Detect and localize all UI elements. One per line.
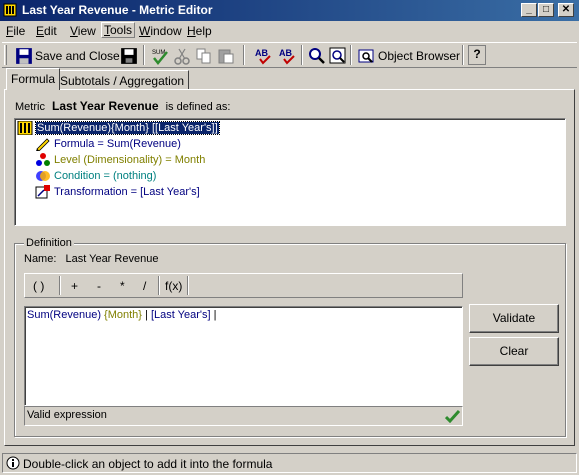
name-value: Last Year Revenue bbox=[65, 253, 159, 265]
expr-formula-token: Sum(Revenue) bbox=[27, 309, 105, 321]
tree-item-condition-label: Condition = (nothing) bbox=[54, 170, 157, 182]
expr-cursor: | bbox=[210, 309, 217, 321]
tree-item-formula[interactable]: Formula = Sum(Revenue) bbox=[35, 136, 181, 152]
svg-text:AB: AB bbox=[279, 48, 292, 58]
toolbar-separator bbox=[350, 45, 352, 65]
menu-window[interactable]: Window bbox=[139, 24, 182, 38]
formula-editor[interactable]: Sum(Revenue) {Month} | [Last Year's] | bbox=[24, 306, 463, 406]
save-and-close-button[interactable]: Save and Close bbox=[35, 49, 120, 63]
metric-name: Last Year Revenue bbox=[52, 99, 159, 113]
metric-prefix: Metric bbox=[15, 101, 45, 113]
name-label: Name: bbox=[24, 253, 57, 265]
toolbar: Save and Close SUM AB AB Object Browser … bbox=[2, 42, 577, 68]
definition-legend: Definition bbox=[24, 237, 74, 249]
find-replace-icon[interactable] bbox=[329, 47, 347, 65]
operator-separator bbox=[59, 276, 61, 295]
tree-root-label: Sum(Revenue){Month} [[Last Year's]] bbox=[35, 121, 220, 135]
spelling-all-icon[interactable]: AB bbox=[279, 47, 297, 65]
definition-name-row: Name: Last Year Revenue bbox=[24, 253, 158, 265]
expr-level-token: {Month} bbox=[104, 309, 142, 321]
formula-icon bbox=[36, 138, 50, 152]
menu-view[interactable]: View bbox=[70, 24, 96, 38]
object-browser-button[interactable]: Object Browser bbox=[378, 49, 460, 63]
tab-subtotals-aggregation[interactable]: Subtotals / Aggregation bbox=[55, 70, 190, 90]
function-button[interactable]: f(x) bbox=[165, 279, 182, 293]
metric-tree[interactable]: Sum(Revenue){Month} [[Last Year's]] Form… bbox=[14, 118, 566, 226]
metric-suffix: is defined as: bbox=[165, 101, 231, 113]
operator-separator bbox=[158, 276, 160, 295]
multiply-button[interactable]: * bbox=[120, 279, 125, 293]
divide-button[interactable]: / bbox=[143, 279, 146, 293]
clear-button[interactable]: Clear bbox=[469, 337, 559, 366]
status-text: Double-click an object to add it into th… bbox=[23, 457, 273, 471]
close-button[interactable]: ✕ bbox=[558, 3, 574, 17]
status-bar: Double-click an object to add it into th… bbox=[2, 453, 577, 473]
operator-separator bbox=[187, 276, 189, 295]
transformation-icon bbox=[35, 185, 50, 199]
tree-item-level[interactable]: Level (Dimensionality) = Month bbox=[35, 152, 205, 168]
svg-text:AB: AB bbox=[255, 48, 268, 58]
tree-item-transformation[interactable]: Transformation = [Last Year's] bbox=[35, 184, 200, 200]
copy-icon[interactable] bbox=[195, 47, 213, 65]
tree-root[interactable]: Sum(Revenue){Month} [[Last Year's]] bbox=[17, 120, 220, 136]
toolbar-separator bbox=[243, 45, 245, 65]
tree-item-formula-label: Formula = Sum(Revenue) bbox=[54, 138, 181, 150]
metric-editor-icon bbox=[3, 3, 17, 17]
toolbar-separator bbox=[143, 45, 145, 65]
find-icon[interactable] bbox=[308, 47, 326, 65]
spelling-icon[interactable]: AB bbox=[255, 47, 273, 65]
minus-button[interactable]: - bbox=[97, 279, 101, 293]
object-browser-icon bbox=[358, 49, 374, 63]
menu-help[interactable]: Help bbox=[187, 24, 212, 38]
level-icon bbox=[36, 153, 50, 167]
condition-icon bbox=[36, 171, 50, 182]
save-icon bbox=[16, 48, 32, 64]
expr-separator: | bbox=[141, 309, 151, 321]
tree-item-level-label: Level (Dimensionality) = Month bbox=[54, 154, 206, 166]
validate-button[interactable]: Validate bbox=[469, 304, 559, 333]
metric-heading: Metric Last Year Revenue is defined as: bbox=[15, 99, 230, 113]
metric-icon bbox=[17, 121, 33, 136]
maximize-button[interactable]: □ bbox=[538, 3, 554, 17]
validation-status: Valid expression bbox=[24, 406, 463, 426]
parentheses-button[interactable]: ( ) bbox=[33, 279, 44, 293]
minimize-button[interactable]: _ bbox=[521, 3, 537, 17]
validation-text: Valid expression bbox=[27, 409, 107, 421]
operator-toolbar: ( ) + - * / f(x) bbox=[24, 273, 463, 298]
tree-item-transformation-label: Transformation = [Last Year's] bbox=[54, 186, 200, 198]
toolbar-separator bbox=[301, 45, 303, 65]
toolbar-grip[interactable] bbox=[4, 45, 7, 65]
save-disk-icon[interactable] bbox=[120, 47, 138, 65]
tree-item-condition[interactable]: Condition = (nothing) bbox=[35, 168, 156, 184]
formula-expression[interactable]: Sum(Revenue) {Month} | [Last Year's] | bbox=[27, 309, 216, 321]
title-bar[interactable]: Last Year Revenue - Metric Editor _ □ ✕ bbox=[0, 0, 579, 21]
paste-icon[interactable] bbox=[217, 47, 235, 65]
menu-edit[interactable]: Edit bbox=[36, 24, 57, 38]
window-title: Last Year Revenue - Metric Editor bbox=[22, 3, 213, 17]
expr-transformation-token: [Last Year's] bbox=[150, 309, 211, 321]
help-button[interactable]: ? bbox=[468, 45, 486, 65]
tab-formula[interactable]: Formula bbox=[6, 68, 61, 90]
menu-tools[interactable]: Tools bbox=[101, 22, 136, 38]
plus-button[interactable]: + bbox=[71, 279, 78, 293]
menu-bar: File Edit View Tools Window Help bbox=[0, 21, 579, 41]
cut-icon[interactable] bbox=[173, 47, 191, 65]
menu-file[interactable]: File bbox=[6, 24, 25, 38]
valid-check-icon bbox=[445, 409, 460, 423]
toolbar-separator bbox=[462, 45, 464, 65]
validate-sum-icon[interactable]: SUM bbox=[151, 47, 169, 65]
info-icon bbox=[6, 456, 20, 470]
